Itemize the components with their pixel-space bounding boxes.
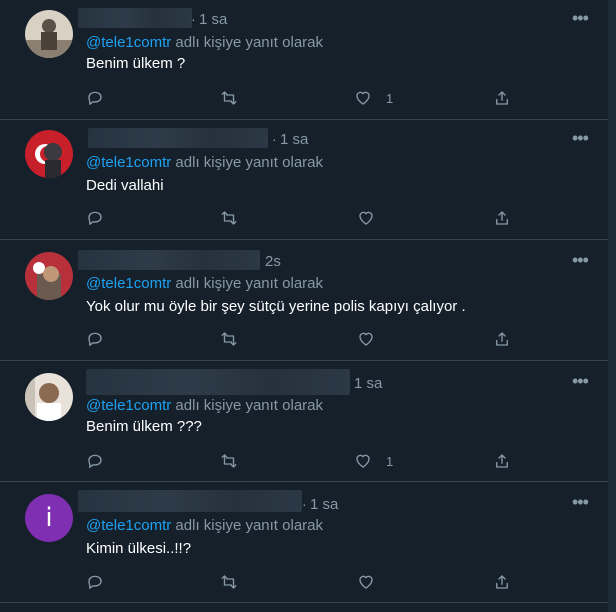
avatar-letter: i <box>45 503 53 533</box>
reply-button[interactable] <box>86 450 104 472</box>
separator-dot: · <box>302 496 307 512</box>
reply-icon <box>88 332 102 346</box>
heart-icon <box>359 332 373 346</box>
retweet-icon <box>221 211 237 225</box>
author-name-redacted[interactable] <box>78 490 302 512</box>
tweet-text: Yok olur mu öyle bir şey sütçü yerine po… <box>86 298 466 315</box>
author-name-redacted[interactable] <box>78 8 192 28</box>
avatar[interactable] <box>25 252 73 300</box>
reply-button[interactable] <box>86 328 104 350</box>
retweet-icon <box>221 332 237 346</box>
action-bar <box>0 571 608 595</box>
share-icon <box>496 454 508 468</box>
separator-dot: · <box>272 131 277 147</box>
reply-context-label: adlı kişiye yanıt olarak <box>171 517 324 534</box>
heart-icon <box>356 91 370 105</box>
share-button[interactable] <box>493 450 511 472</box>
like-button[interactable] <box>357 328 389 350</box>
more-options-icon[interactable]: ••• <box>572 372 592 390</box>
tweet-text: Kimin ülkesi..!!? <box>86 540 192 557</box>
tweet-text: Dedi vallahi <box>86 177 164 194</box>
reply-context: @tele1comtr adlı kişiye yanıt olarak <box>86 517 323 534</box>
timestamp[interactable]: 1 sa <box>354 375 382 392</box>
retweet-button[interactable] <box>220 450 238 472</box>
reply-handle-link[interactable]: @tele1comtr <box>86 34 171 51</box>
heart-icon <box>359 211 373 225</box>
tweet[interactable]: · 1 sa ••• @tele1comtr adlı kişiye yanıt… <box>0 0 608 120</box>
scrollbar-track[interactable] <box>608 0 616 612</box>
reply-button[interactable] <box>86 87 104 109</box>
reply-button[interactable] <box>86 207 104 229</box>
tweet[interactable]: i · 1 sa ••• @tele1comtr adlı kişiye yan… <box>0 482 608 603</box>
more-options-icon[interactable]: ••• <box>572 129 592 147</box>
action-bar: 1 <box>0 450 608 474</box>
retweet-icon <box>221 91 237 105</box>
tweet[interactable]: · 1 sa ••• @tele1comtr adlı kişiye yanıt… <box>0 120 608 240</box>
reply-handle-link[interactable]: @tele1comtr <box>86 397 171 414</box>
reply-icon <box>88 454 102 468</box>
reply-context-label: adlı kişiye yanıt olarak <box>171 397 324 414</box>
like-count: 1 <box>386 90 394 106</box>
heart-icon <box>359 575 373 589</box>
reply-icon <box>88 211 102 225</box>
like-button[interactable]: 1 <box>354 450 393 472</box>
reply-context-label: adlı kişiye yanıt olarak <box>171 275 324 292</box>
retweet-icon <box>221 575 237 589</box>
author-name-redacted[interactable] <box>86 369 350 395</box>
avatar[interactable] <box>25 10 73 58</box>
reply-handle-link[interactable]: @tele1comtr <box>86 154 171 171</box>
like-button[interactable] <box>357 571 389 593</box>
retweet-icon <box>221 454 237 468</box>
reply-button[interactable] <box>86 571 104 593</box>
like-button[interactable] <box>357 207 389 229</box>
retweet-button[interactable] <box>220 87 238 109</box>
retweet-button[interactable] <box>220 207 238 229</box>
reply-context: @tele1comtr adlı kişiye yanıt olarak <box>86 34 323 51</box>
share-icon <box>496 575 508 589</box>
share-icon <box>496 91 508 105</box>
reply-context: @tele1comtr adlı kişiye yanıt olarak <box>86 397 323 414</box>
reply-context-label: adlı kişiye yanıt olarak <box>171 154 324 171</box>
action-bar <box>0 328 608 352</box>
reply-icon <box>88 91 102 105</box>
more-options-icon[interactable]: ••• <box>572 493 592 511</box>
separator-dot: · <box>191 11 196 27</box>
tweet-text: Benim ülkem ??? <box>86 418 202 435</box>
reply-handle-link[interactable]: @tele1comtr <box>86 517 171 534</box>
share-button[interactable] <box>493 328 511 350</box>
tweet[interactable]: 2s ••• @tele1comtr adlı kişiye yanıt ola… <box>0 240 608 361</box>
avatar[interactable] <box>25 373 73 421</box>
heart-icon <box>356 454 370 468</box>
reply-icon <box>88 575 102 589</box>
reply-context-label: adlı kişiye yanıt olarak <box>171 34 324 51</box>
action-bar: 1 <box>0 87 608 111</box>
reply-context: @tele1comtr adlı kişiye yanıt olarak <box>86 154 323 171</box>
avatar[interactable]: i <box>25 494 73 542</box>
like-button[interactable]: 1 <box>354 87 393 109</box>
author-name-redacted[interactable] <box>88 128 268 148</box>
author-name-redacted[interactable] <box>78 250 260 270</box>
action-bar <box>0 207 608 231</box>
timestamp[interactable]: 1 sa <box>310 496 338 513</box>
reply-handle-link[interactable]: @tele1comtr <box>86 275 171 292</box>
share-icon <box>496 332 508 346</box>
timestamp[interactable]: 1 sa <box>199 11 227 28</box>
share-button[interactable] <box>493 571 511 593</box>
timestamp[interactable]: 1 sa <box>280 131 308 148</box>
tweet-text: Benim ülkem ? <box>86 55 186 72</box>
share-icon <box>496 211 508 225</box>
tweet[interactable]: 1 sa ••• @tele1comtr adlı kişiye yanıt o… <box>0 361 608 482</box>
more-options-icon[interactable]: ••• <box>572 9 592 27</box>
timestamp[interactable]: 2s <box>265 253 281 270</box>
retweet-button[interactable] <box>220 571 238 593</box>
retweet-button[interactable] <box>220 328 238 350</box>
share-button[interactable] <box>493 207 511 229</box>
reply-context: @tele1comtr adlı kişiye yanıt olarak <box>86 275 323 292</box>
more-options-icon[interactable]: ••• <box>572 251 592 269</box>
share-button[interactable] <box>493 87 511 109</box>
like-count: 1 <box>386 453 394 469</box>
avatar[interactable] <box>25 130 73 178</box>
